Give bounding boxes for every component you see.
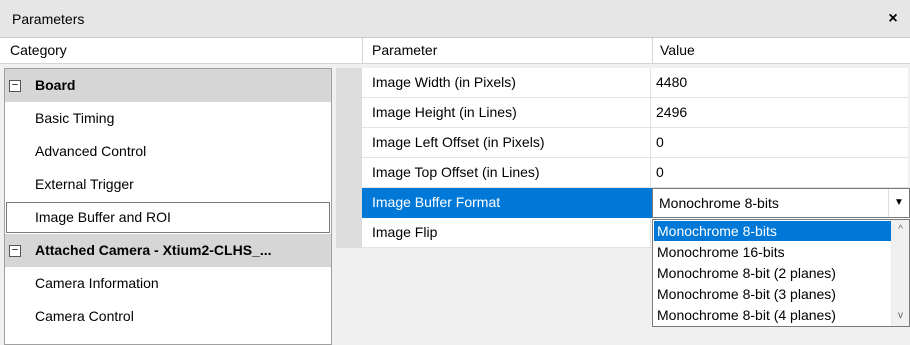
- dropdown-option[interactable]: Monochrome 16-bits: [654, 242, 892, 262]
- category-item-camera-control[interactable]: Camera Control: [5, 300, 331, 333]
- category-tree: − Board Basic Timing Advanced Control Ex…: [4, 68, 332, 345]
- category-header: Category: [10, 42, 67, 58]
- parameter-row-image-width[interactable]: Image Width (in Pixels) 4480: [362, 68, 908, 98]
- value-divider: [650, 158, 651, 187]
- window-title: Parameters: [12, 11, 85, 27]
- category-group-board[interactable]: − Board: [5, 69, 331, 102]
- close-button[interactable]: ×: [880, 6, 906, 32]
- category-label: Attached Camera - Xtium2-CLHS_...: [35, 242, 272, 258]
- category-label: Advanced Control: [35, 143, 147, 159]
- parameter-value[interactable]: 0: [656, 158, 664, 187]
- buffer-format-dropdown: Monochrome 8-bits Monochrome 16-bits Mon…: [652, 219, 910, 327]
- collapse-icon[interactable]: −: [9, 80, 21, 92]
- scroll-up-icon[interactable]: ^: [892, 222, 909, 238]
- value-divider: [650, 68, 651, 97]
- combobox-value: Monochrome 8-bits: [659, 195, 779, 211]
- category-label: Camera Information: [35, 275, 159, 291]
- category-label: External Trigger: [35, 176, 134, 192]
- title-bar: Parameters ×: [0, 0, 910, 38]
- parameter-value[interactable]: 0: [656, 128, 664, 157]
- category-item-external-trigger[interactable]: External Trigger: [5, 168, 331, 201]
- parameter-name: Image Flip: [372, 224, 438, 240]
- parameter-row-image-height[interactable]: Image Height (in Lines) 2496: [362, 98, 908, 128]
- chevron-down-icon[interactable]: ▼: [888, 189, 909, 217]
- dropdown-scrollbar[interactable]: ^ v: [891, 220, 909, 326]
- parameter-row-left-offset[interactable]: Image Left Offset (in Pixels) 0: [362, 128, 908, 158]
- category-item-advanced-control[interactable]: Advanced Control: [5, 135, 331, 168]
- parameter-name: Image Left Offset (in Pixels): [372, 134, 545, 150]
- category-label: Image Buffer and ROI: [35, 209, 171, 225]
- dropdown-option[interactable]: Monochrome 8-bits: [654, 221, 892, 241]
- value-divider: [650, 128, 651, 157]
- header-divider[interactable]: [362, 38, 363, 63]
- category-item-basic-timing[interactable]: Basic Timing: [5, 102, 331, 135]
- dropdown-option[interactable]: Monochrome 8-bit (3 planes): [654, 284, 892, 304]
- row-gutter: [336, 68, 362, 248]
- dropdown-option[interactable]: Monochrome 8-bit (2 planes): [654, 263, 892, 283]
- category-group-attached-camera[interactable]: − Attached Camera - Xtium2-CLHS_...: [5, 234, 331, 267]
- parameter-name: Image Top Offset (in Lines): [372, 164, 540, 180]
- value-divider: [650, 98, 651, 127]
- scroll-down-icon[interactable]: v: [892, 308, 909, 324]
- category-label: Board: [35, 77, 76, 93]
- buffer-format-combobox[interactable]: Monochrome 8-bits ▼: [652, 188, 910, 218]
- category-label: Camera Control: [35, 308, 134, 324]
- category-item-image-buffer-roi[interactable]: Image Buffer and ROI: [5, 201, 331, 234]
- value-header[interactable]: Value: [660, 38, 695, 63]
- category-item-camera-information[interactable]: Camera Information: [5, 267, 331, 300]
- header-divider[interactable]: [652, 38, 653, 63]
- parameter-header[interactable]: Parameter: [372, 38, 437, 63]
- category-label: Basic Timing: [35, 110, 115, 126]
- parameter-value[interactable]: 2496: [656, 98, 687, 127]
- parameter-name: Image Width (in Pixels): [372, 74, 516, 90]
- value-divider: [650, 218, 651, 247]
- parameter-row-top-offset[interactable]: Image Top Offset (in Lines) 0: [362, 158, 908, 188]
- parameter-name: Image Buffer Format: [372, 194, 501, 210]
- dropdown-option[interactable]: Monochrome 8-bit (4 planes): [654, 305, 892, 325]
- column-header-row: Category Parameter Value: [0, 38, 910, 64]
- parameter-value[interactable]: 4480: [656, 68, 687, 97]
- collapse-icon[interactable]: −: [9, 245, 21, 257]
- parameter-name: Image Height (in Lines): [372, 104, 517, 120]
